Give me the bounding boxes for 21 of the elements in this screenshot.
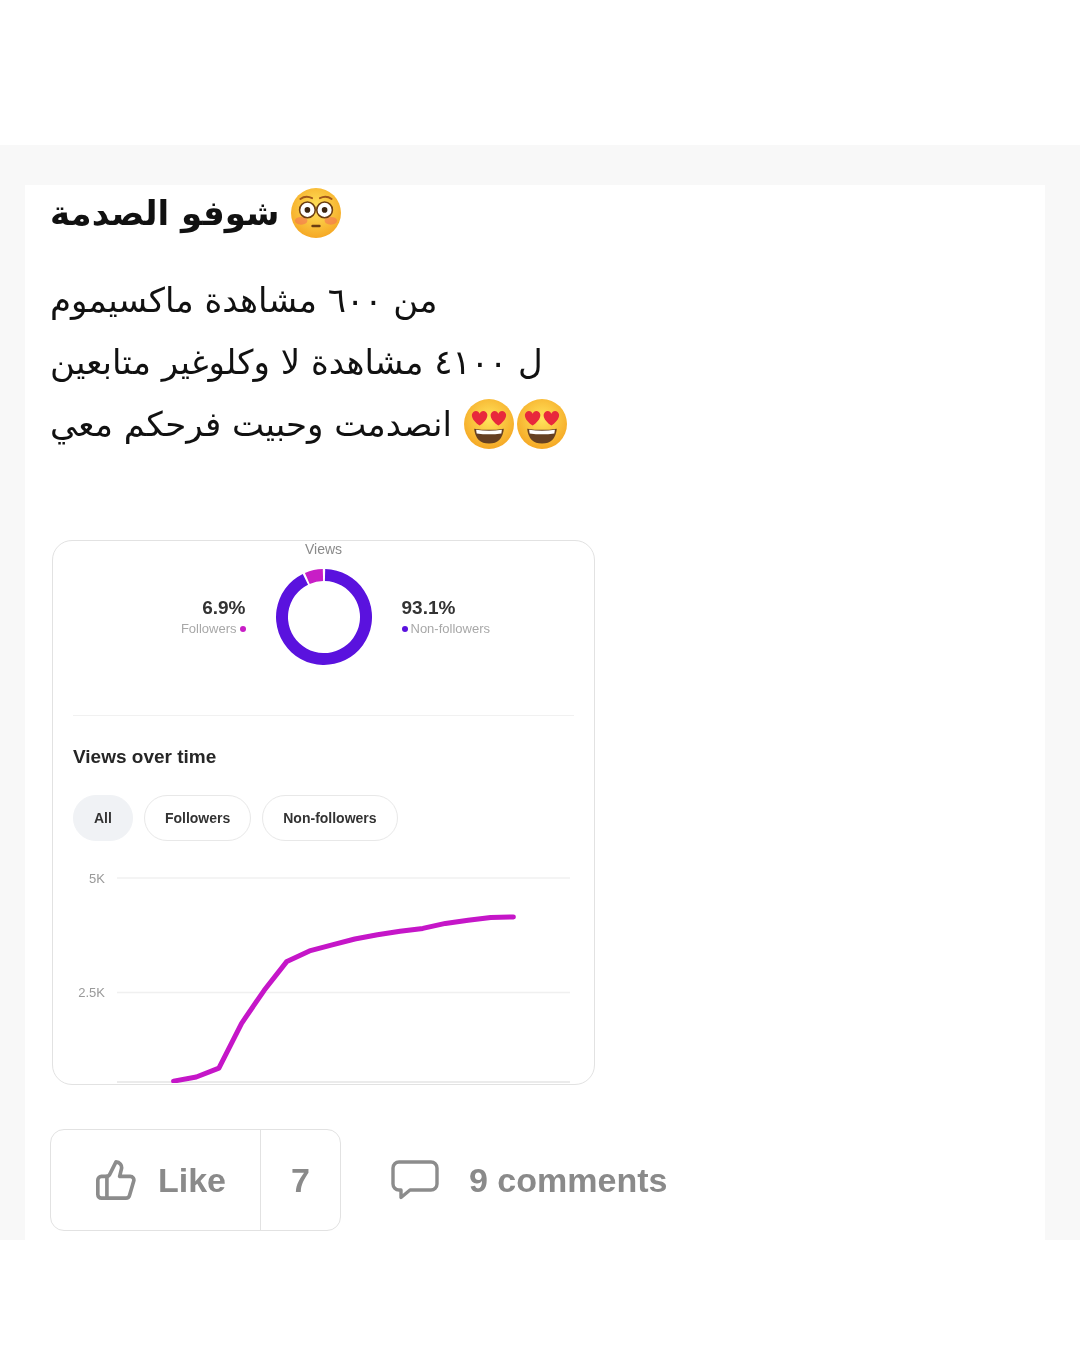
filter-tab[interactable]: All — [73, 795, 133, 841]
filter-tab[interactable]: Followers — [143, 795, 252, 841]
percentage-value: 6.9% — [202, 597, 246, 619]
section-title: Views over time — [73, 746, 217, 768]
speech-bubble-icon — [391, 1160, 439, 1200]
y-axis-label: 2.5K — [78, 985, 105, 1001]
like-count: 7 — [260, 1130, 340, 1230]
heart-eyes-face-icon — [517, 399, 567, 449]
flushed-face-icon — [291, 188, 342, 238]
thumbs-up-icon — [96, 1160, 136, 1200]
heart-eyes-face-icon — [464, 399, 514, 449]
chart-title: Views — [304, 541, 343, 557]
post-text-line: من ٦٠٠ مشاهدة ماكسيموم — [50, 278, 438, 322]
post-text-line: انصدمت وحبيت فرحكم معي — [50, 402, 452, 447]
filter-tab[interactable]: Non-followers — [262, 795, 398, 841]
legend-label: Followers — [180, 621, 237, 637]
legend-label: Non-followers — [410, 621, 490, 637]
post-title: شوفو الصدمة — [50, 191, 280, 236]
percentage-value: 93.1% — [401, 597, 456, 619]
y-axis-label: 5K — [89, 870, 105, 886]
post-text-line: ل ٤١٠٠ مشاهدة لا وكلوغير متابعين — [50, 340, 543, 384]
